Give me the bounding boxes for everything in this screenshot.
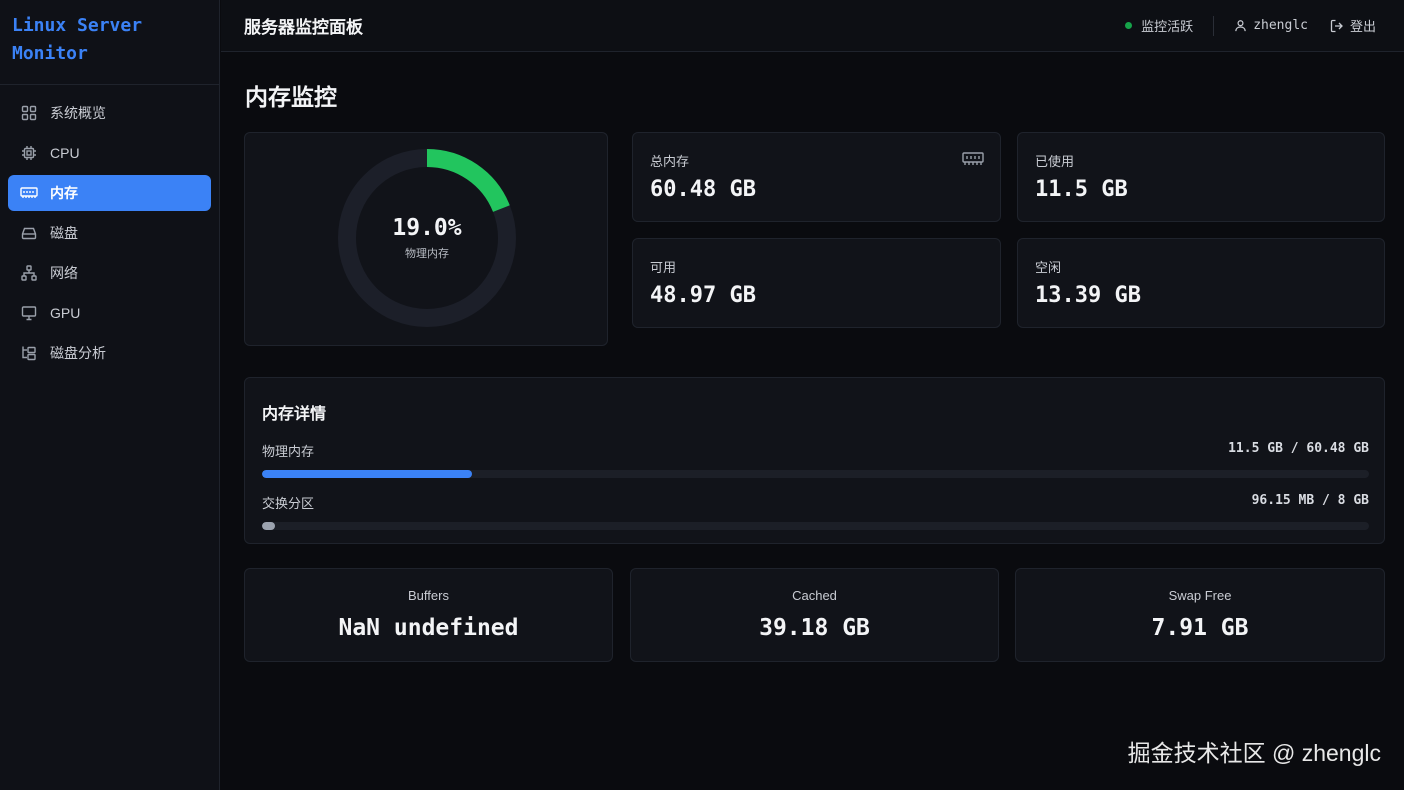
buffers-card: Buffers NaN undefined <box>244 568 613 662</box>
cached-card: Cached 39.18 GB <box>630 568 999 662</box>
stat-card-total: 总内存 60.48 GB <box>632 132 1001 222</box>
stat-card-free: 空闲 13.39 GB <box>1017 238 1385 328</box>
bar-value: 96.15 MB / 8 GB <box>1251 493 1369 508</box>
memory-gauge-card: 19.0% 物理内存 <box>244 132 608 346</box>
mini-label: Buffers <box>408 588 449 603</box>
mini-value: 7.91 GB <box>1151 615 1249 641</box>
stat-value: 11.5 GB <box>1035 177 1128 202</box>
gauge-label: 物理内存 <box>405 248 449 260</box>
bar-value: 11.5 GB / 60.48 GB <box>1228 441 1369 456</box>
gauge-center: 19.0% 物理内存 <box>336 147 518 329</box>
mini-value: 39.18 GB <box>759 615 870 641</box>
sidebar-item-disk-analysis[interactable]: 磁盘分析 <box>8 335 211 371</box>
sidebar-item-memory[interactable]: 内存 <box>8 175 211 211</box>
swap-free-card: Swap Free 7.91 GB <box>1015 568 1385 662</box>
stat-value: 13.39 GB <box>1035 283 1141 308</box>
sidebar-item-disk[interactable]: 磁盘 <box>8 215 211 251</box>
sidebar-item-label: GPU <box>50 305 81 321</box>
hard-drive-icon <box>20 224 38 242</box>
sidebar-item-label: 内存 <box>50 185 78 201</box>
sidebar-nav: 系统概览 CPU 内存 磁盘 网络 GPU 磁盘分析 <box>0 85 219 371</box>
header-actions: 监控活跃 zhenglc 登出 <box>1125 15 1376 36</box>
logout-icon <box>1330 19 1343 32</box>
brand-line-2: Monitor <box>12 43 88 64</box>
sidebar: Linux Server Monitor 系统概览 CPU 内存 磁盘 网络 G… <box>0 0 220 790</box>
progress-track <box>262 470 1369 478</box>
folder-tree-icon <box>20 344 38 362</box>
brand-line-1: Linux Server <box>12 15 143 36</box>
gauge-value: 19.0% <box>392 215 462 241</box>
network-icon <box>20 264 38 282</box>
sidebar-item-label: 系统概览 <box>50 105 106 121</box>
sidebar-item-label: 磁盘分析 <box>50 345 106 361</box>
stat-card-available: 可用 48.97 GB <box>632 238 1001 328</box>
memory-gauge: 19.0% 物理内存 <box>336 147 518 329</box>
progress-track <box>262 522 1369 530</box>
stat-label: 空闲 <box>1035 260 1062 275</box>
logout-button[interactable]: 登出 <box>1330 16 1376 35</box>
user-icon <box>1235 20 1246 32</box>
progress-fill <box>262 470 473 478</box>
mini-label: Swap Free <box>1168 588 1232 603</box>
memory-details-card: 内存详情 物理内存 11.5 GB / 60.48 GB 交换分区 96.15 … <box>244 377 1385 544</box>
user-menu[interactable]: zhenglc <box>1234 18 1308 33</box>
mini-value: NaN undefined <box>338 615 519 641</box>
grid-icon <box>20 104 38 122</box>
bar-label: 交换分区 <box>262 496 315 511</box>
mini-label: Cached <box>792 588 837 603</box>
cpu-icon <box>20 144 38 162</box>
stat-value: 60.48 GB <box>650 177 756 202</box>
top-header: 服务器监控面板 监控活跃 zhenglc 登出 <box>221 0 1404 52</box>
sidebar-item-label: 网络 <box>50 265 78 281</box>
sidebar-item-network[interactable]: 网络 <box>8 255 211 291</box>
monitor-status: 监控活跃 <box>1125 15 1215 36</box>
monitor-icon <box>20 304 38 322</box>
sidebar-item-overview[interactable]: 系统概览 <box>8 95 211 131</box>
watermark: 掘金技术社区 @ zhenglc <box>1127 740 1381 766</box>
sidebar-item-gpu[interactable]: GPU <box>8 295 211 331</box>
progress-fill <box>262 522 276 530</box>
stat-label: 已使用 <box>1035 154 1075 169</box>
logout-label: 登出 <box>1349 19 1376 34</box>
memory-icon <box>962 151 984 172</box>
stat-card-used: 已使用 11.5 GB <box>1017 132 1385 222</box>
stat-value: 48.97 GB <box>650 283 756 308</box>
sidebar-item-label: CPU <box>50 145 80 161</box>
bar-label: 物理内存 <box>262 444 315 459</box>
sidebar-item-label: 磁盘 <box>50 225 78 241</box>
page-title: 内存监控 <box>245 84 337 110</box>
memory-icon <box>20 184 38 202</box>
status-dot-icon <box>1125 22 1133 29</box>
username: zhenglc <box>1253 18 1308 33</box>
sidebar-item-cpu[interactable]: CPU <box>8 135 211 171</box>
details-title: 内存详情 <box>262 406 327 423</box>
physical-memory-bar: 物理内存 11.5 GB / 60.48 GB <box>262 441 1369 478</box>
status-text: 监控活跃 <box>1141 19 1194 34</box>
header-title: 服务器监控面板 <box>244 18 363 37</box>
swap-bar: 交换分区 96.15 MB / 8 GB <box>262 493 1369 530</box>
stat-label: 可用 <box>650 260 677 275</box>
app-brand[interactable]: Linux Server Monitor <box>0 0 219 85</box>
stat-label: 总内存 <box>650 154 690 169</box>
